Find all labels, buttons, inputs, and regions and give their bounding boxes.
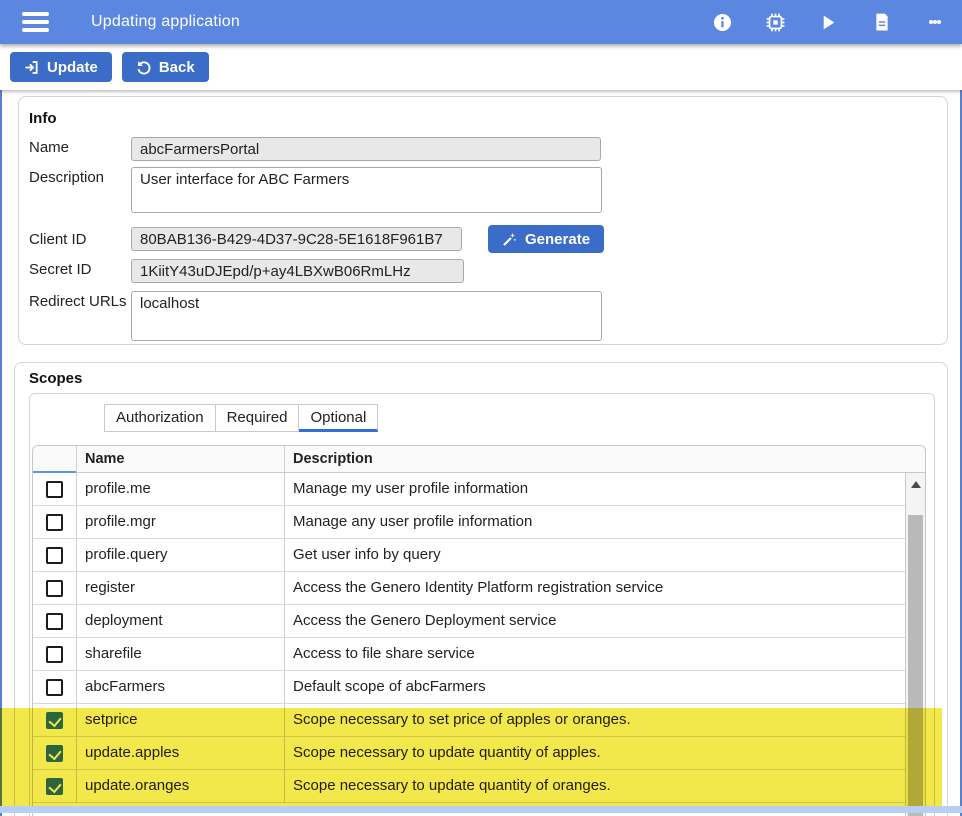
- scope-description: Manage any user profile information: [284, 506, 905, 538]
- scope-description: Default scope of abcFarmers: [284, 671, 905, 703]
- redirect-urls-label: Redirect URLs: [29, 291, 131, 310]
- scope-row[interactable]: profile.mgr Manage any user profile info…: [33, 506, 905, 539]
- scope-row[interactable]: sharefile Access to file share service: [33, 638, 905, 671]
- info-group: Info Name Description User interface for…: [18, 96, 948, 345]
- tab-label: Optional: [310, 409, 366, 426]
- scope-checkbox[interactable]: [46, 580, 63, 597]
- table-body: profile.me Manage my user profile inform…: [33, 473, 905, 803]
- scope-checkbox[interactable]: [46, 679, 63, 696]
- magic-wand-icon: [502, 232, 517, 247]
- tab-authorization[interactable]: Authorization: [104, 404, 216, 432]
- scope-description: Access the Genero Deployment service: [284, 605, 905, 637]
- info-heading: Info: [29, 111, 947, 127]
- scope-description: Access the Genero Identity Platform regi…: [284, 572, 905, 604]
- scopes-heading: Scopes: [29, 371, 935, 387]
- titlebar: Updating application: [0, 0, 962, 44]
- scope-checkbox[interactable]: [46, 646, 63, 663]
- scope-row[interactable]: register Access the Genero Identity Plat…: [33, 572, 905, 605]
- scope-row[interactable]: profile.me Manage my user profile inform…: [33, 473, 905, 506]
- scope-checkbox[interactable]: [46, 712, 63, 729]
- scope-name: profile.query: [76, 539, 284, 571]
- scope-row[interactable]: update.apples Scope necessary to update …: [33, 737, 905, 770]
- description-label: Description: [29, 167, 131, 186]
- scope-checkbox[interactable]: [46, 481, 63, 498]
- scope-name: update.oranges: [76, 770, 284, 802]
- undo-arrow-icon: [136, 60, 151, 75]
- scope-row[interactable]: deployment Access the Genero Deployment …: [33, 605, 905, 638]
- scope-description: Scope necessary to update quantity of or…: [284, 770, 905, 802]
- sign-in-icon: [24, 60, 39, 75]
- scope-name: register: [76, 572, 284, 604]
- secret-id-field[interactable]: [131, 259, 464, 283]
- tab-strip: Authorization Required Optional: [30, 404, 934, 432]
- tab-label: Authorization: [116, 409, 204, 426]
- client-id-field[interactable]: [131, 227, 462, 251]
- scope-checkbox[interactable]: [46, 514, 63, 531]
- run-icon[interactable]: [819, 13, 838, 32]
- redirect-urls-field[interactable]: localhost: [131, 291, 602, 341]
- update-button[interactable]: Update: [10, 52, 112, 82]
- name-label: Name: [29, 137, 131, 156]
- scope-name: deployment: [76, 605, 284, 637]
- scope-checkbox[interactable]: [46, 778, 63, 795]
- scope-row[interactable]: update.oranges Scope necessary to update…: [33, 770, 905, 803]
- up-arrow-icon: [911, 481, 921, 488]
- secret-id-label: Secret ID: [29, 259, 131, 278]
- scrollbar-thumb[interactable]: [908, 515, 923, 816]
- generate-button[interactable]: Generate: [488, 225, 604, 253]
- scope-description: Get user info by query: [284, 539, 905, 571]
- scope-name: profile.me: [76, 473, 284, 505]
- scope-description: Scope necessary to set price of apples o…: [284, 704, 905, 736]
- info-icon[interactable]: [713, 13, 732, 32]
- column-header-description[interactable]: Description: [284, 446, 905, 472]
- back-button[interactable]: Back: [122, 52, 209, 82]
- scope-row[interactable]: abcFarmers Default scope of abcFarmers: [33, 671, 905, 704]
- name-field[interactable]: [131, 137, 601, 161]
- scope-description: Manage my user profile information: [284, 473, 905, 505]
- scope-name: sharefile: [76, 638, 284, 670]
- menu-icon[interactable]: [22, 8, 49, 37]
- tab-optional[interactable]: Optional: [299, 404, 378, 432]
- table-scrollbar[interactable]: [905, 473, 925, 816]
- chip-icon[interactable]: [766, 13, 785, 32]
- column-header-select[interactable]: [33, 446, 76, 472]
- description-field[interactable]: User interface for ABC Farmers: [131, 167, 602, 213]
- scope-name: profile.mgr: [76, 506, 284, 538]
- tab-required[interactable]: Required: [216, 404, 300, 432]
- scope-checkbox[interactable]: [46, 547, 63, 564]
- table-header-row: Name Description: [33, 446, 925, 473]
- scope-checkbox[interactable]: [46, 613, 63, 630]
- scope-checkbox[interactable]: [46, 745, 63, 762]
- scope-row[interactable]: profile.query Get user info by query: [33, 539, 905, 572]
- scroll-up-button[interactable]: [906, 473, 925, 495]
- scope-description: Scope necessary to update quantity of ap…: [284, 737, 905, 769]
- titlebar-actions: [713, 13, 944, 32]
- scope-name: setprice: [76, 704, 284, 736]
- scope-name: update.apples: [76, 737, 284, 769]
- document-icon[interactable]: [872, 13, 891, 32]
- column-header-name[interactable]: Name: [76, 446, 284, 472]
- form-area: Info Name Description User interface for…: [0, 90, 962, 816]
- scope-description: Access to file share service: [284, 638, 905, 670]
- page-title: Updating application: [91, 13, 240, 31]
- scope-name: abcFarmers: [76, 671, 284, 703]
- scopes-group: Scopes Authorization Required Optional Nam…: [14, 362, 948, 816]
- client-id-label: Client ID: [29, 231, 131, 248]
- action-toolbar: Update Back: [0, 44, 962, 90]
- scope-row[interactable]: setprice Scope necessary to set price of…: [33, 704, 905, 737]
- scopes-table: Name Description profile.me Manage my us…: [32, 445, 926, 816]
- more-options-icon[interactable]: [925, 13, 944, 32]
- scopes-tabs-panel: Authorization Required Optional Name Descr…: [29, 393, 935, 816]
- window-bottom-edge: [0, 806, 962, 813]
- tab-label: Required: [227, 409, 288, 426]
